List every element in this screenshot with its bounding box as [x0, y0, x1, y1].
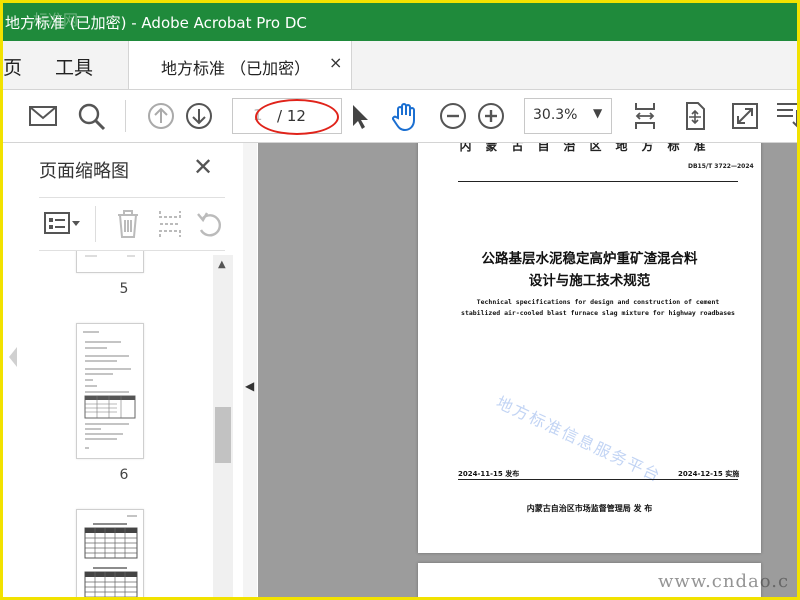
toolbar: 1 / 12 30.3% ▼: [3, 90, 797, 143]
thumbnail-scrollbar[interactable]: ▲: [213, 255, 233, 597]
tab-close-icon[interactable]: ×: [329, 53, 342, 72]
scroll-up-icon[interactable]: ▲: [218, 259, 226, 270]
tab-tools[interactable]: 工具: [55, 53, 93, 80]
search-icon[interactable]: [75, 100, 107, 132]
scrollbar-thumb[interactable]: [215, 407, 231, 463]
red-annotation-ring: [255, 99, 339, 135]
screenshot-frame: 地方标准 (已加密) - Adobe Acrobat Pro DC 标准网 页 …: [0, 0, 800, 600]
chevron-down-icon[interactable]: ▼: [593, 106, 602, 120]
thumbnail-content: [85, 255, 135, 257]
page-number-field[interactable]: 1 / 12: [232, 98, 342, 135]
tab-document-label: 地方标准 （已加密）: [161, 59, 311, 78]
page-down-icon[interactable]: [183, 100, 215, 132]
panel-toolbar: [39, 197, 225, 251]
publish-date: 2024-11-15 发布: [458, 470, 520, 478]
collapse-panel-icon[interactable]: ◀: [245, 379, 254, 393]
footer-rule: [458, 479, 738, 480]
site-watermark: www.cndao.c: [658, 571, 790, 592]
toolbar-separator: [125, 100, 126, 132]
title-bar: 地方标准 (已加密) - Adobe Acrobat Pro DC 标准网: [3, 3, 797, 41]
fullscreen-icon[interactable]: [729, 100, 761, 132]
page-thumbnail-6[interactable]: [76, 323, 144, 459]
zoom-out-icon[interactable]: [437, 100, 469, 132]
thumbnail-label: 5: [119, 281, 129, 297]
panel-notch: [9, 347, 17, 367]
panel-collapse-strip: ◀: [243, 143, 257, 597]
mail-icon[interactable]: [27, 100, 59, 132]
zoom-in-icon[interactable]: [475, 100, 507, 132]
thumbnail-content: [83, 331, 136, 449]
fit-page-icon[interactable]: [629, 100, 661, 132]
extract-page-icon[interactable]: [155, 208, 185, 240]
issuer: 内蒙古自治区市场监督管理局 发 布: [526, 504, 653, 513]
zoom-select[interactable]: 30.3% ▼: [524, 98, 612, 134]
page-up-icon[interactable]: [145, 100, 177, 132]
standard-code: DB15/T 3722—2024: [688, 163, 754, 170]
page-thumbnail-7[interactable]: [76, 509, 144, 597]
document-page: 内蒙古自治区地方标准 DB15/T 3722—2024 公路基层水泥稳定高炉重矿…: [418, 143, 761, 553]
thumbnail-label: 6: [119, 467, 129, 483]
panel-close-icon[interactable]: ✕: [193, 153, 213, 181]
trash-icon[interactable]: [113, 208, 143, 240]
tab-bar: 页 工具 地方标准 （已加密） ×: [3, 41, 797, 90]
standard-header: 内蒙古自治区地方标准: [459, 143, 720, 153]
title-watermark: 标准网: [33, 11, 79, 29]
document-view[interactable]: 内蒙古自治区地方标准 DB15/T 3722—2024 公路基层水泥稳定高炉重矿…: [258, 143, 797, 597]
panel-title: 页面缩略图: [39, 161, 129, 182]
panel-toolbar-separator: [95, 206, 96, 242]
zoom-value: 30.3%: [533, 107, 578, 123]
select-arrow-icon[interactable]: [343, 100, 375, 132]
rotate-view-icon[interactable]: [679, 100, 711, 132]
page-thumbnail-5[interactable]: [76, 251, 144, 273]
thumbnail-list: 5 6: [39, 251, 211, 597]
english-title: Technical specifications for design and …: [461, 298, 735, 317]
thumbnail-content: [84, 515, 138, 597]
rotate-page-icon[interactable]: [195, 208, 225, 240]
doc-title-line2: 设计与施工技术规范: [528, 273, 651, 289]
doc-title-line1: 公路基层水泥稳定高炉重矿渣混合料: [481, 251, 698, 267]
scroll-mode-icon[interactable]: [773, 100, 800, 132]
page-thumbnails-panel: 页面缩略图 ✕ 5 6 ▲: [3, 143, 244, 597]
tab-document[interactable]: 地方标准 （已加密） ×: [128, 41, 352, 89]
hand-icon[interactable]: [389, 100, 421, 132]
implement-date: 2024-12-15 实施: [678, 470, 740, 478]
thumbnail-options-icon[interactable]: [43, 210, 83, 238]
tab-home[interactable]: 页: [3, 53, 22, 80]
header-rule: [458, 181, 738, 182]
